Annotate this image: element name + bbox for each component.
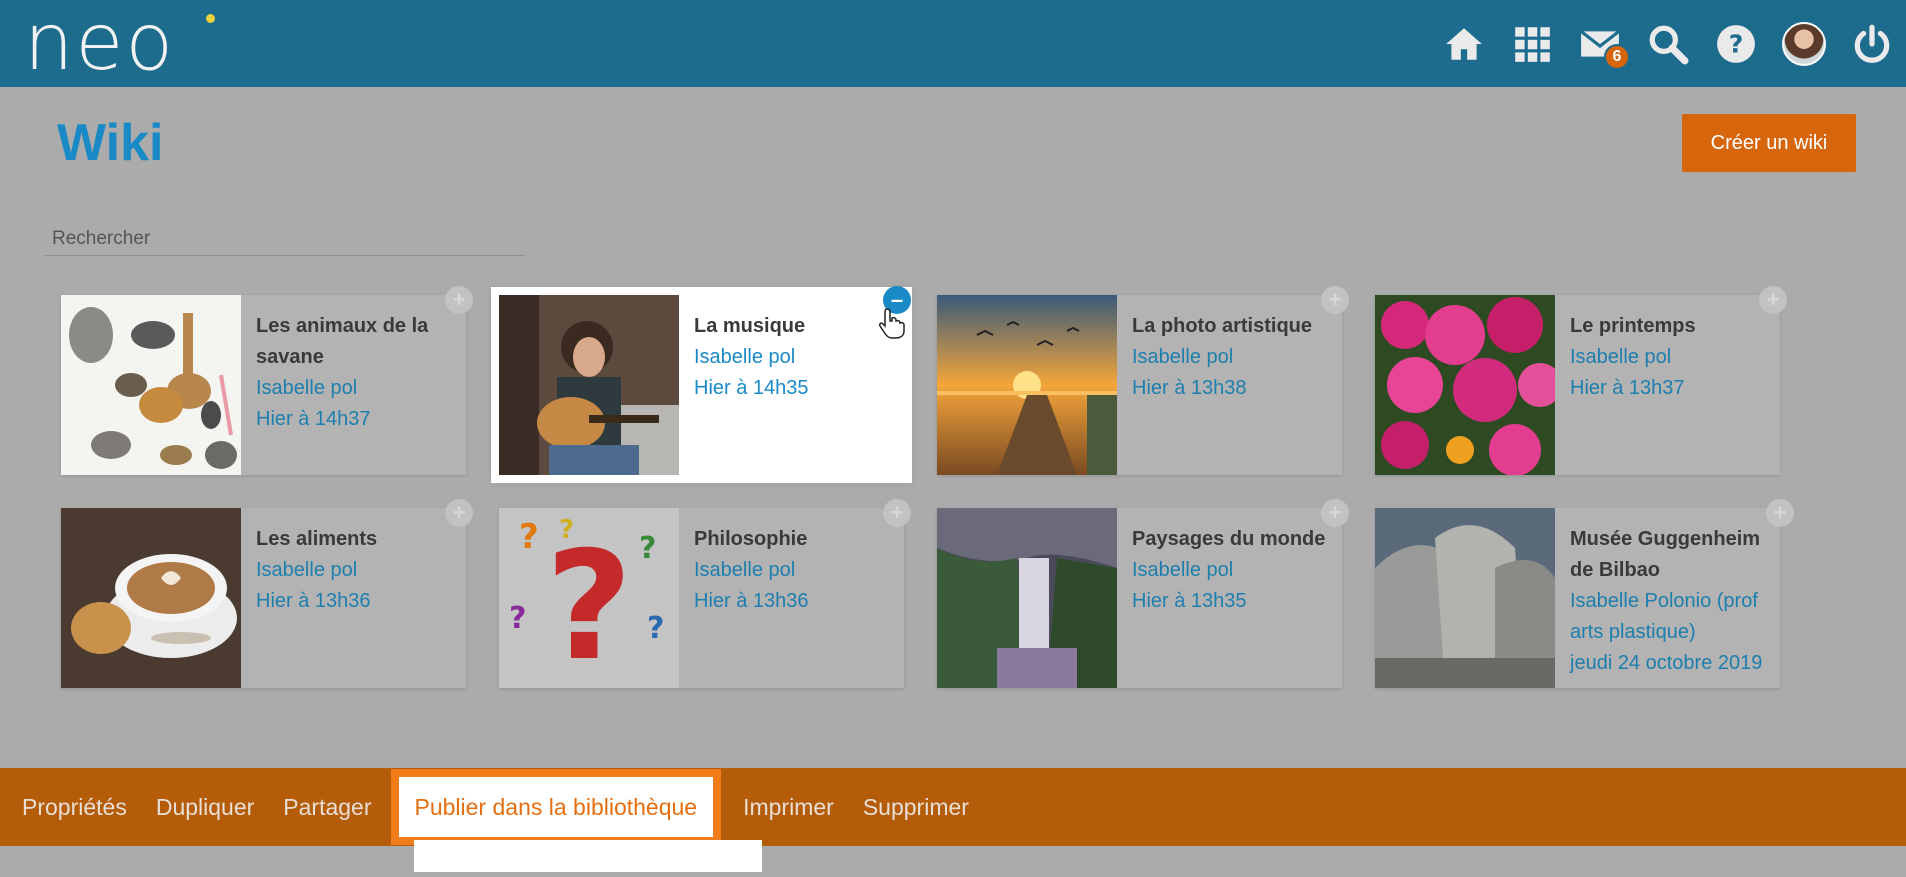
svg-text:?: ?: [639, 531, 656, 566]
power-icon[interactable]: [1838, 0, 1906, 87]
wiki-date: jeudi 24 octobre 2019: [1570, 652, 1763, 674]
wiki-title[interactable]: Paysages du monde: [1132, 524, 1332, 555]
wiki-title[interactable]: La musique: [694, 311, 894, 342]
wiki-author: Isabelle pol: [256, 559, 358, 581]
wiki-card-guggenheim[interactable]: Musée Guggenheim de Bilbao Isabelle Polo…: [1375, 508, 1780, 688]
duplicate-button[interactable]: Dupliquer: [146, 777, 264, 837]
user-avatar[interactable]: [1770, 0, 1838, 87]
highlight-extension: [414, 840, 762, 872]
wiki-card-aliments[interactable]: Les aliments Isabelle pol Hier à 13h36 +: [61, 499, 473, 688]
publish-library-button[interactable]: Publier dans la bibliothèque: [390, 769, 722, 845]
search-input[interactable]: [45, 222, 525, 256]
wiki-card-musique[interactable]: La musique Isabelle pol Hier à 14h35 –: [491, 286, 912, 483]
neo-logo[interactable]: neo: [24, 4, 175, 82]
wiki-title[interactable]: Musée Guggenheim de Bilbao: [1570, 524, 1770, 586]
wiki-card-text: Paysages du monde Isabelle pol Hier à 13…: [1132, 524, 1332, 617]
home-icon[interactable]: [1430, 0, 1498, 87]
share-button[interactable]: Partager: [273, 777, 381, 837]
wiki-thumbnail: [61, 295, 241, 475]
svg-text:?: ?: [509, 601, 526, 636]
wiki-date: Hier à 13h38: [1132, 377, 1247, 399]
wiki-author: Isabelle pol: [1570, 346, 1672, 368]
mail-count-badge: 6: [1604, 44, 1630, 70]
select-toggle-icon[interactable]: +: [445, 286, 473, 314]
mail-icon[interactable]: 6: [1566, 0, 1634, 87]
hand-cursor-icon: [879, 308, 905, 339]
wiki-card-text: La musique Isabelle pol Hier à 14h35: [694, 311, 894, 404]
wiki-thumbnail: [1375, 508, 1555, 688]
logo-dot: [206, 14, 215, 23]
wiki-thumbnail: [61, 508, 241, 688]
wiki-thumbnail: [499, 295, 679, 475]
select-toggle-icon[interactable]: +: [1759, 286, 1787, 314]
select-toggle-icon[interactable]: +: [1321, 499, 1349, 527]
wiki-date: Hier à 13h37: [1570, 377, 1685, 399]
wiki-date: Hier à 13h36: [256, 590, 371, 612]
delete-button[interactable]: Supprimer: [853, 777, 979, 837]
action-toolbar: Propriétés Dupliquer Partager Publier da…: [0, 768, 1906, 846]
avatar: [1782, 21, 1826, 66]
wiki-title[interactable]: Le printemps: [1570, 311, 1770, 342]
wiki-title[interactable]: Les animaux de la savane: [256, 311, 456, 373]
wiki-author: Isabelle pol: [694, 559, 796, 581]
properties-button[interactable]: Propriétés: [12, 777, 137, 837]
svg-text:?: ?: [559, 515, 574, 545]
wiki-author: Isabelle Polonio (prof arts plastique): [1570, 590, 1758, 643]
top-navigation-bar: neo 6 ?: [0, 0, 1906, 87]
wiki-thumbnail: [937, 295, 1117, 475]
select-toggle-icon[interactable]: +: [1766, 499, 1794, 527]
wiki-card-text: La photo artistique Isabelle pol Hier à …: [1132, 311, 1332, 404]
svg-text:?: ?: [519, 517, 539, 557]
svg-text:?: ?: [647, 611, 664, 646]
wiki-title[interactable]: Philosophie: [694, 524, 894, 555]
wiki-date: Hier à 13h36: [694, 590, 809, 612]
wiki-card-text: Les animaux de la savane Isabelle pol Hi…: [256, 311, 456, 435]
page-title: Wiki: [57, 114, 164, 172]
svg-text:?: ?: [1729, 29, 1744, 58]
select-toggle-icon[interactable]: +: [883, 499, 911, 527]
wiki-title[interactable]: La photo artistique: [1132, 311, 1332, 342]
wiki-date: Hier à 14h35: [694, 377, 809, 399]
wiki-author: Isabelle pol: [1132, 346, 1234, 368]
top-icons: 6 ?: [1430, 0, 1906, 87]
wiki-card-text: Philosophie Isabelle pol Hier à 13h36: [694, 524, 894, 617]
wiki-thumbnail: [1375, 295, 1555, 475]
wiki-card-text: Musée Guggenheim de Bilbao Isabelle Polo…: [1570, 524, 1770, 679]
create-wiki-button[interactable]: Créer un wiki: [1682, 114, 1856, 172]
wiki-thumbnail: ? ? ? ? ? ?: [499, 508, 679, 688]
wiki-thumbnail: [937, 508, 1117, 688]
select-toggle-icon[interactable]: +: [1321, 286, 1349, 314]
wiki-card-paysages[interactable]: Paysages du monde Isabelle pol Hier à 13…: [937, 499, 1349, 688]
wiki-title[interactable]: Les aliments: [256, 524, 456, 555]
wiki-card-animaux[interactable]: Les animaux de la savane Isabelle pol Hi…: [61, 286, 473, 475]
wiki-card-philosophie[interactable]: ? ? ? ? ? ? Philosophie Isabelle pol Hie…: [499, 499, 911, 688]
wiki-author: Isabelle pol: [1132, 559, 1234, 581]
apps-grid-icon[interactable]: [1498, 0, 1566, 87]
wiki-card-text: Les aliments Isabelle pol Hier à 13h36: [256, 524, 456, 617]
print-button[interactable]: Imprimer: [733, 777, 844, 837]
wiki-author: Isabelle pol: [694, 346, 796, 368]
help-icon[interactable]: ?: [1702, 0, 1770, 87]
wiki-card-photo[interactable]: La photo artistique Isabelle pol Hier à …: [937, 286, 1349, 475]
search-icon[interactable]: [1634, 0, 1702, 87]
wiki-date: Hier à 14h37: [256, 408, 371, 430]
wiki-card-text: Le printemps Isabelle pol Hier à 13h37: [1570, 311, 1770, 404]
wiki-author: Isabelle pol: [256, 377, 358, 399]
select-toggle-icon[interactable]: +: [445, 499, 473, 527]
svg-text:?: ?: [545, 520, 632, 688]
wiki-card-printemps[interactable]: Le printemps Isabelle pol Hier à 13h37 +: [1375, 286, 1787, 475]
wiki-date: Hier à 13h35: [1132, 590, 1247, 612]
